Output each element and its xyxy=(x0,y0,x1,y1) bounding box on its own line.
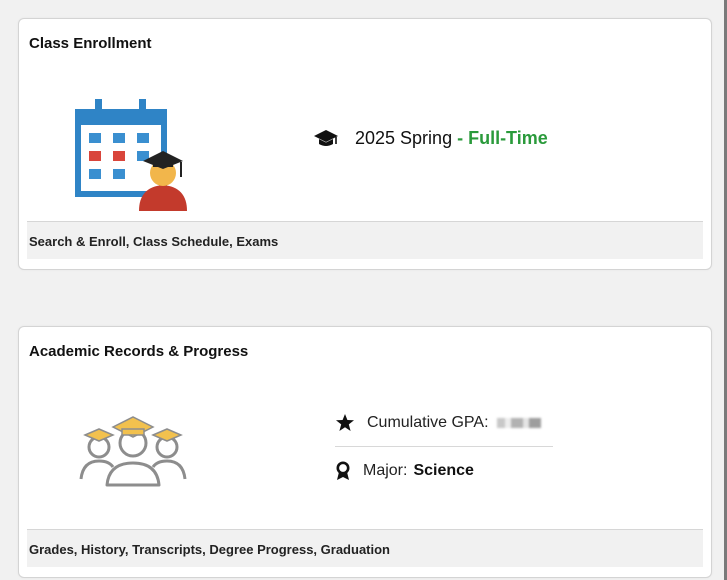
students-group-icon xyxy=(77,409,189,494)
records-footer-links[interactable]: Grades, History, Transcripts, Degree Pro… xyxy=(27,529,703,567)
gpa-value-redacted xyxy=(496,417,541,428)
term-status: 2025 Spring - Full-Time xyxy=(313,128,548,149)
graduation-cap-icon xyxy=(314,129,338,146)
major-label: Major: xyxy=(363,462,408,479)
gpa-label: Cumulative GPA: xyxy=(367,413,489,431)
enrollment-status: - Full-Time xyxy=(457,128,548,148)
award-ribbon-icon xyxy=(336,461,350,480)
gpa-row: Cumulative GPA: xyxy=(335,413,541,432)
star-icon xyxy=(336,414,354,431)
academic-records-card[interactable]: Academic Records & Progress Cumulative G… xyxy=(18,326,712,578)
term-name: 2025 Spring xyxy=(355,128,453,148)
enrollment-footer-links[interactable]: Search & Enroll, Class Schedule, Exams xyxy=(27,221,703,259)
card-title: Class Enrollment xyxy=(29,35,152,52)
class-enrollment-card[interactable]: Class Enrollment 2025 Spring - Full-Time… xyxy=(18,18,712,270)
calendar-student-icon xyxy=(73,85,207,220)
info-divider xyxy=(335,446,553,447)
card-title: Academic Records & Progress xyxy=(29,343,249,360)
major-row: Major: Science xyxy=(335,461,474,481)
major-value: Science xyxy=(413,462,474,479)
